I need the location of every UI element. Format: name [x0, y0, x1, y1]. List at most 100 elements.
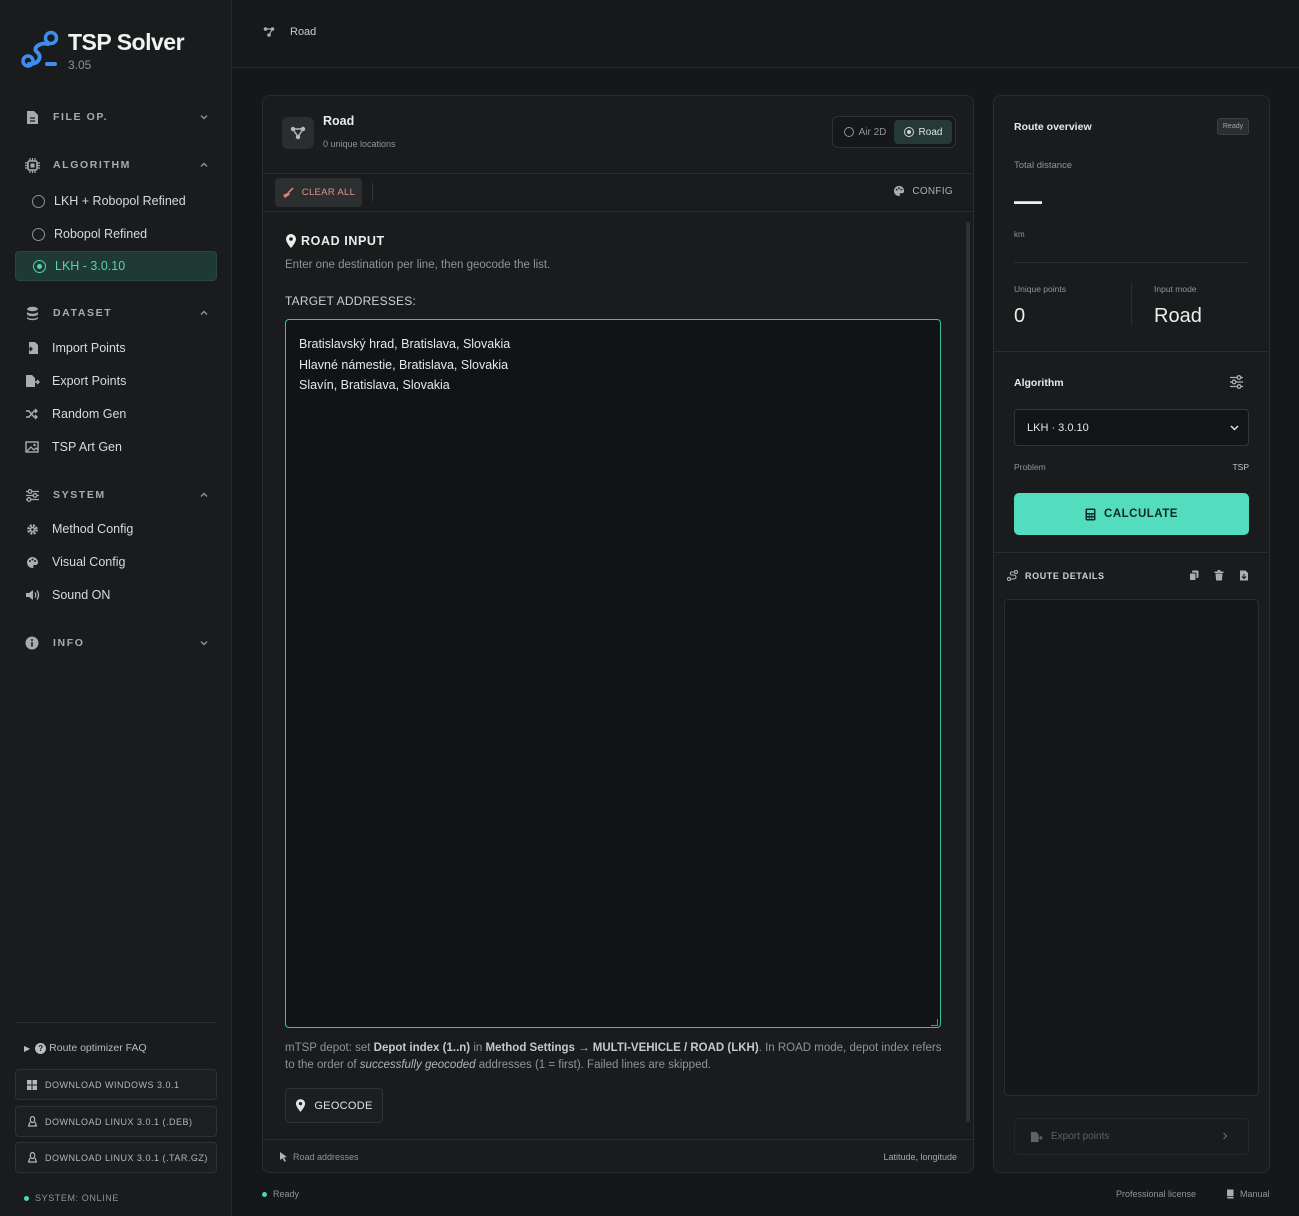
problem-label: Problem [1014, 462, 1046, 472]
route-nodes-icon [282, 117, 314, 149]
radio-icon [32, 227, 45, 241]
topbar: Road [232, 0, 1299, 68]
sidebar-item-import-points[interactable]: Import Points [24, 336, 214, 360]
unique-locations-count: 0 unique locations [323, 139, 396, 149]
depot-note: mTSP depot: set Depot index (1..n) in Me… [285, 1042, 942, 1071]
sidebar: TSP Solver 3.05 FILE OP. ALGORITHM LKH +… [0, 0, 232, 1216]
route-logo-icon [21, 30, 59, 68]
status-dot-icon [262, 1191, 267, 1197]
section-file-op[interactable]: FILE OP. [24, 106, 210, 128]
scrollbar[interactable] [965, 212, 971, 1132]
panel-title: Road [323, 114, 355, 128]
sidebar-item-visual-config[interactable]: Visual Config [24, 550, 214, 574]
map-pin-icon [286, 234, 296, 248]
system-status: SYSTEM: ONLINE [24, 1193, 119, 1203]
breadcrumb: Road [263, 26, 316, 38]
algorithm-option-robopol[interactable]: Robopol Refined [15, 219, 217, 249]
panel-footer: Road addresses Latitude, longitude [263, 1139, 973, 1173]
sidebar-item-method-config[interactable]: Method Config [24, 517, 214, 541]
file-export-icon[interactable] [1239, 570, 1249, 581]
total-distance-value: — [1014, 185, 1042, 216]
mode-air-2d[interactable]: Air 2D [836, 120, 894, 144]
divider [994, 351, 1269, 352]
section-info[interactable]: INFO [24, 632, 210, 654]
resize-handle[interactable] [931, 1019, 938, 1026]
route-nodes-icon [263, 27, 275, 37]
distance-unit: km [1014, 230, 1025, 239]
sidebar-item-sound[interactable]: Sound ON [24, 583, 214, 607]
chip-icon [24, 157, 40, 173]
download-linux-tar-button[interactable]: DOWNLOAD LINUX 3.0.1 (.TAR.GZ) [15, 1142, 217, 1173]
unique-points-label: Unique points [1014, 284, 1066, 294]
clear-all-button[interactable]: CLEAR ALL [275, 178, 362, 207]
brand[interactable]: TSP Solver 3.05 [20, 28, 185, 72]
divider [994, 552, 1269, 553]
import-icon [24, 340, 40, 356]
route-overview-panel: Route overview Ready Total distance — km… [993, 95, 1270, 1173]
problem-value: TSP [1232, 462, 1249, 472]
algorithm-select[interactable]: LKH · 3.0.10 [1014, 409, 1249, 446]
mode-road[interactable]: Road [894, 120, 952, 144]
road-input-panel: Road 0 unique locations Air 2D Road CLEA… [262, 95, 974, 1173]
faq-toggle[interactable]: ▶ ? Route optimizer FAQ [24, 1042, 147, 1054]
panel-toolbar: CLEAR ALL CONFIG [263, 173, 973, 212]
export-points-button[interactable]: Export points [1014, 1118, 1249, 1155]
route-details-list [1004, 599, 1259, 1096]
license-link[interactable]: Professional license [1116, 1189, 1196, 1199]
manual-link[interactable]: Manual [1226, 1189, 1270, 1199]
divider [1014, 262, 1249, 263]
algorithm-option-lkh[interactable]: LKH - 3.0.10 [15, 251, 217, 281]
question-icon: ? [35, 1042, 47, 1054]
download-linux-deb-button[interactable]: DOWNLOAD LINUX 3.0.1 (.DEB) [15, 1106, 217, 1137]
chevron-up-icon [200, 492, 208, 497]
divider [15, 1022, 217, 1023]
total-distance-label: Total distance [1014, 160, 1073, 171]
cursor-icon [280, 1152, 287, 1162]
input-mode-value: Road [1154, 305, 1202, 327]
download-windows-button[interactable]: DOWNLOAD WINDOWS 3.0.1 [15, 1069, 217, 1100]
footer-mode-label: Road addresses [293, 1152, 359, 1162]
settings-sliders-icon[interactable] [1229, 375, 1244, 389]
status-dot-icon [24, 1195, 29, 1201]
target-addresses-input[interactable]: Bratislavský hrad, Bratislava, Slovakia … [285, 319, 941, 1028]
section-dataset[interactable]: DATASET [24, 302, 210, 324]
export-icon [1030, 1131, 1043, 1142]
chevron-down-icon [1230, 425, 1239, 431]
algorithm-title: Algorithm [1014, 377, 1064, 389]
panel-header: Road 0 unique locations Air 2D Road [263, 96, 973, 173]
sliders-icon [24, 487, 40, 503]
triangle-right-icon: ▶ [24, 1043, 31, 1053]
calculate-button[interactable]: CALCULATE [1014, 493, 1249, 535]
geocode-button[interactable]: GEOCODE [285, 1088, 383, 1123]
gear-icon [24, 521, 40, 537]
section-system[interactable]: SYSTEM [24, 484, 210, 506]
input-mode-label: Input mode [1154, 284, 1197, 294]
linux-icon [26, 1152, 38, 1164]
panel-content: ROAD INPUT Enter one destination per lin… [263, 212, 973, 1132]
database-icon [24, 305, 40, 321]
route-details-tools [1174, 570, 1249, 581]
road-input-title: ROAD INPUT [285, 234, 385, 248]
chevron-right-icon [1223, 1132, 1228, 1140]
route-overview-title: Route overview [1014, 121, 1092, 133]
book-icon [1226, 1189, 1234, 1199]
map-pin-icon [296, 1099, 306, 1112]
palette-icon [894, 185, 905, 197]
road-input-description: Enter one destination per line, then geo… [285, 259, 551, 271]
toolbar-divider [372, 183, 373, 201]
divider [1131, 282, 1132, 326]
chevron-down-icon [200, 115, 208, 120]
image-icon [24, 439, 40, 455]
sidebar-item-tsp-art-gen[interactable]: TSP Art Gen [24, 435, 214, 459]
trash-icon[interactable] [1214, 570, 1224, 581]
copy-icon[interactable] [1189, 570, 1199, 581]
radio-icon [843, 127, 854, 137]
sidebar-item-export-points[interactable]: Export Points [24, 369, 214, 393]
file-icon [24, 109, 40, 125]
sidebar-item-random-gen[interactable]: Random Gen [24, 402, 214, 426]
config-button[interactable]: CONFIG [893, 185, 953, 197]
unique-points-value: 0 [1014, 305, 1026, 327]
section-algorithm[interactable]: ALGORITHM [24, 154, 210, 176]
scrollbar-thumb[interactable] [966, 222, 970, 1122]
algorithm-option-lkh-robopol[interactable]: LKH + Robopol Refined [15, 186, 217, 216]
